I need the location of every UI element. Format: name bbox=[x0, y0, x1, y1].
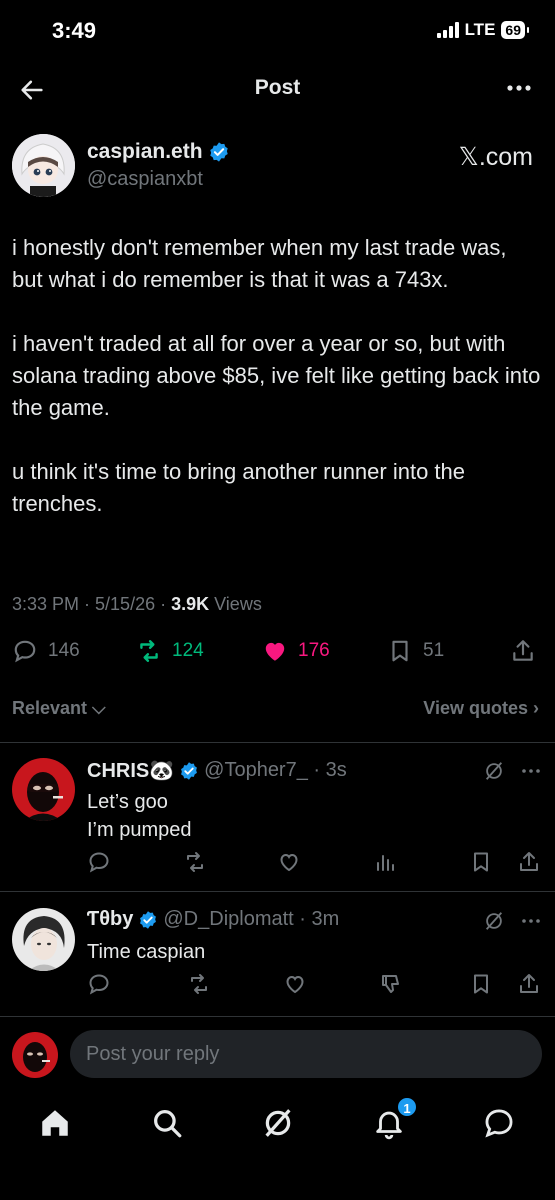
grok-icon[interactable] bbox=[261, 1106, 295, 1140]
verified-badge-icon bbox=[181, 761, 198, 780]
dislike-icon[interactable] bbox=[379, 972, 403, 996]
post-meta: 3:33 PM · 5/15/26 · 3.9K Views bbox=[12, 594, 262, 615]
repost-icon bbox=[140, 640, 158, 662]
network-type: LTE bbox=[464, 20, 496, 39]
reply-handle-time: @D_Diplomatt · 3m bbox=[163, 908, 340, 930]
reply-input[interactable] bbox=[70, 1030, 542, 1078]
avatar bbox=[12, 1032, 58, 1078]
post-paragraph: i haven't traded at all for over a year … bbox=[12, 331, 541, 420]
reply-line: I’m pumped bbox=[87, 819, 192, 841]
more-icon[interactable] bbox=[521, 768, 541, 774]
share-icon bbox=[513, 640, 533, 661]
verified-badge-icon bbox=[140, 910, 157, 929]
heart-filled-icon bbox=[265, 642, 285, 661]
analytics-icon[interactable] bbox=[373, 850, 397, 874]
avatar[interactable] bbox=[12, 134, 75, 197]
reply-filter-row: Relevant ⌵ View quotes › bbox=[12, 696, 543, 724]
reply-count: 146 bbox=[48, 640, 80, 661]
post-paragraph: i honestly don't remember when my last t… bbox=[12, 235, 507, 292]
more-icon[interactable] bbox=[521, 918, 541, 924]
bookmark-icon bbox=[392, 640, 408, 662]
divider bbox=[0, 891, 555, 892]
post-author: caspian.eth @caspianxbt 𝕏.com bbox=[12, 134, 543, 198]
grok-icon[interactable] bbox=[483, 760, 505, 782]
top-nav: Post bbox=[0, 64, 555, 114]
reply-header: CHRIS🐼 @Topher7_ · 3s bbox=[87, 758, 347, 783]
author-name-text: caspian.eth bbox=[87, 140, 203, 163]
reply-line: Let’s goo bbox=[87, 791, 168, 813]
views-count: 3.9K bbox=[171, 594, 210, 614]
like-count: 176 bbox=[298, 640, 330, 661]
reply-icon[interactable] bbox=[87, 850, 111, 874]
repost-button[interactable]: 124 bbox=[136, 638, 204, 664]
reply-top-icons bbox=[483, 760, 541, 782]
reply-line: Time caspian bbox=[87, 941, 206, 963]
reply-text: Let’s goo I’m pumped bbox=[87, 788, 192, 844]
like-button[interactable]: 176 bbox=[262, 638, 330, 664]
repost-count: 124 bbox=[172, 640, 204, 661]
status-time: 3:49 bbox=[52, 18, 97, 43]
views-label: Views bbox=[209, 594, 262, 614]
repost-icon[interactable] bbox=[183, 850, 207, 874]
verified-badge-icon bbox=[209, 142, 228, 162]
reply-actions bbox=[87, 850, 543, 876]
divider bbox=[0, 742, 555, 743]
heart-icon[interactable] bbox=[283, 972, 307, 996]
author-name[interactable]: caspian.eth bbox=[87, 140, 230, 164]
repost-icon[interactable] bbox=[187, 972, 211, 996]
heart-icon[interactable] bbox=[277, 850, 301, 874]
battery-icon: 69 bbox=[501, 21, 529, 39]
reply-actions bbox=[87, 972, 543, 998]
messages-icon[interactable] bbox=[482, 1106, 516, 1140]
bookmark-icon[interactable] bbox=[469, 972, 493, 996]
source-label: 𝕏.com bbox=[458, 143, 533, 171]
bookmark-icon[interactable] bbox=[469, 850, 493, 874]
reply-button[interactable]: 146 bbox=[12, 638, 80, 664]
bottom-tab-bar: 1 bbox=[0, 1094, 555, 1154]
status-indicators: LTE 69 bbox=[436, 20, 529, 40]
sort-dropdown[interactable]: Relevant ⌵ bbox=[12, 698, 106, 719]
page-title: Post bbox=[254, 76, 301, 99]
more-icon[interactable] bbox=[505, 78, 533, 98]
home-icon[interactable] bbox=[38, 1106, 72, 1140]
grok-icon[interactable] bbox=[483, 910, 505, 932]
status-bar: 3:49 LTE 69 bbox=[0, 0, 555, 62]
reply-icon bbox=[14, 640, 36, 663]
post-actions: 146 124 176 51 bbox=[12, 638, 543, 668]
reply-author-name[interactable]: CHRIS🐼 bbox=[87, 758, 174, 783]
bookmark-count: 51 bbox=[423, 640, 445, 661]
notification-badge: 1 bbox=[396, 1096, 418, 1118]
share-icon[interactable] bbox=[517, 972, 541, 996]
post-paragraph: u think it's time to bring another runne… bbox=[12, 459, 466, 516]
post-body: i honestly don't remember when my last t… bbox=[12, 232, 542, 552]
notifications-tab[interactable]: 1 bbox=[372, 1096, 418, 1140]
post-timestamp: 3:33 PM · 5/15/26 · bbox=[12, 594, 172, 614]
reply-author-name[interactable]: Ƭθby bbox=[87, 908, 133, 931]
reply-header: Ƭθby @D_Diplomatt · 3m bbox=[87, 908, 339, 931]
reply-top-icons bbox=[483, 910, 541, 932]
view-quotes-link[interactable]: View quotes › bbox=[423, 698, 539, 719]
reply-text: Time caspian bbox=[87, 938, 205, 966]
signal-icon bbox=[436, 22, 459, 38]
reply-item[interactable]: Ƭθby @D_Diplomatt · 3m Time caspian bbox=[12, 908, 543, 1008]
avatar[interactable] bbox=[12, 758, 75, 821]
share-button[interactable] bbox=[510, 638, 536, 664]
reply-item[interactable]: CHRIS🐼 @Topher7_ · 3s Let’s goo I’m pump… bbox=[12, 758, 543, 878]
share-icon[interactable] bbox=[517, 850, 541, 874]
author-handle[interactable]: @caspianxbt bbox=[87, 168, 203, 191]
reply-composer bbox=[12, 1030, 543, 1078]
bookmark-button[interactable]: 51 bbox=[387, 638, 444, 664]
reply-handle-time: @Topher7_ · 3s bbox=[204, 759, 347, 781]
avatar[interactable] bbox=[12, 908, 75, 971]
reply-icon[interactable] bbox=[87, 972, 111, 996]
search-icon[interactable] bbox=[150, 1106, 184, 1140]
divider bbox=[0, 1016, 555, 1017]
